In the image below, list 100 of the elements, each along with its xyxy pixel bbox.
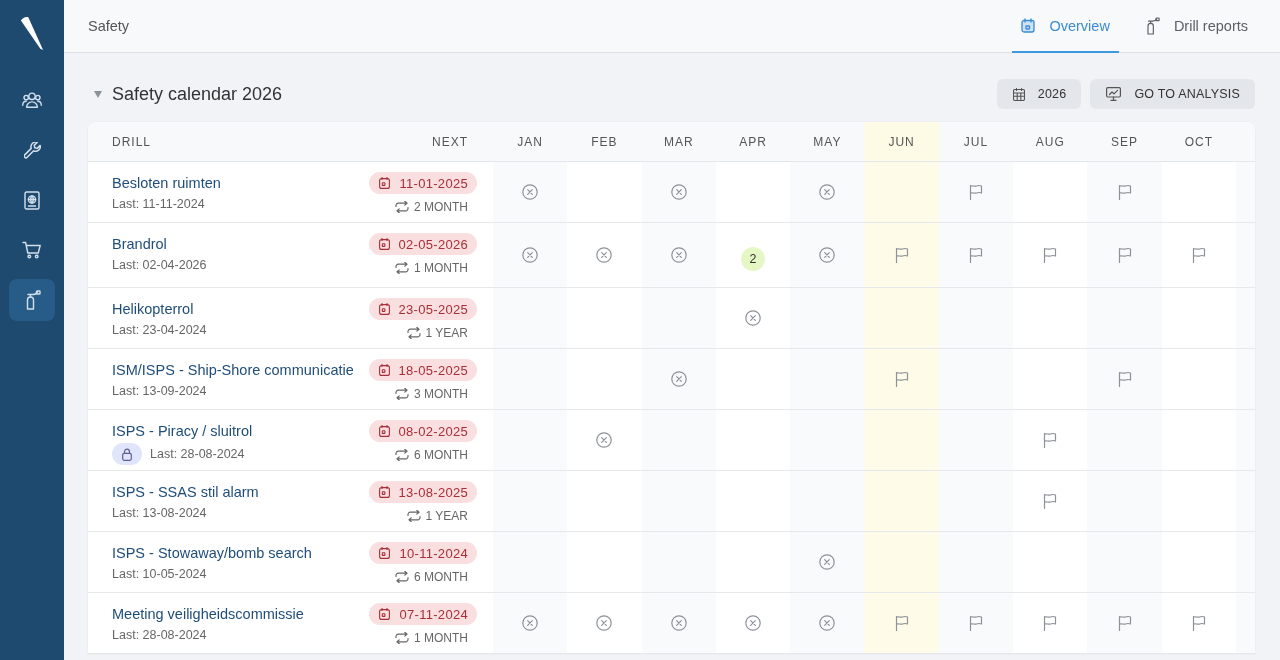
cart-icon [22,241,42,259]
cross-circle-icon [819,554,836,570]
next-date: 08-02-2025 [398,423,468,439]
cross-circle-icon [819,184,836,200]
column-header: AUG [1013,122,1088,162]
repeat-icon [395,262,409,274]
last-date: Last: 11-11-2024 [112,197,205,211]
people-icon [22,92,42,108]
flag-icon [968,615,983,631]
last-date: Last: 13-08-2024 [112,506,207,520]
flag-icon [894,615,909,631]
last-date: Last: 02-04-2026 [112,258,207,272]
repeat-icon [395,449,409,461]
tab[interactable]: Drill reports [1134,0,1257,53]
last-date: Last: 28-08-2024 [112,628,207,642]
last-date: Last: 13-09-2024 [112,384,207,398]
column-header: MAR [641,122,716,162]
wrench-icon [23,141,41,159]
cross-circle-icon [819,247,836,263]
cross-circle-icon [596,247,613,263]
interval: 3 MONTH [414,386,468,403]
drill-name-link[interactable]: Helikopterrol [112,299,207,319]
cross-circle-icon [670,184,687,200]
calendar-icon [1021,18,1036,33]
toolbar-button[interactable]: 2026 [996,79,1082,109]
calendar-icon [379,608,391,620]
next-date: 11-01-2025 [399,175,468,191]
flag-icon [1117,247,1132,263]
column-header: FEB [567,122,642,162]
flag-icon [1117,371,1132,387]
cross-circle-icon [670,371,687,387]
last-date: Last: 23-04-2024 [112,323,207,337]
column-header: SEP [1087,122,1162,162]
interval: 6 MONTH [414,447,468,464]
logo-icon [20,15,44,52]
drill-count: 2 [741,247,766,271]
drill-name-link[interactable]: Brandrol [112,234,207,254]
section-title: Safety calendar 2026 [112,83,283,105]
cross-circle-icon [745,615,762,631]
breadcrumb: Safety [88,18,130,34]
flag-icon [1043,247,1058,263]
calendar-icon [378,303,390,315]
interval: 1 YEAR [425,508,468,525]
flag-icon [1117,615,1132,631]
flag-icon [1043,615,1058,631]
repeat-icon [395,632,409,644]
column-header: JUL [938,122,1014,162]
cross-circle-icon [596,615,613,631]
repeat-icon [395,388,409,400]
calendar-icon [378,364,390,376]
calendar-icon [378,486,390,498]
passport-icon [24,190,40,210]
cross-circle-icon [819,615,836,631]
next-date: 02-05-2026 [398,236,468,252]
next-date: 13-08-2025 [398,484,468,500]
drill-name-link[interactable]: ISPS - Piracy / sluitrol [112,421,253,441]
calendar-icon [1012,87,1025,101]
next-date: 18-05-2025 [398,362,468,378]
cross-circle-icon [670,247,687,263]
calendar-icon [379,547,391,559]
calendar-icon [378,238,390,250]
nav-button[interactable] [9,279,55,321]
drill-name-link[interactable]: ISPS - SSAS stil alarm [112,482,259,502]
cross-circle-icon [522,184,539,200]
drill-name-link[interactable]: ISPS - Stowaway/bomb search [112,543,312,563]
cross-circle-icon [745,310,762,326]
drill-name-link[interactable]: Meeting veiligheidscommissie [112,604,304,624]
last-date: Last: 10-05-2024 [112,567,207,581]
repeat-icon [395,571,409,583]
calendar-icon [379,177,391,189]
interval: 1 YEAR [425,325,468,342]
column-header: NEXT [432,134,468,149]
next-date: 07-11-2024 [399,606,468,622]
repeat-icon [406,327,421,339]
column-header: DRILL [112,134,151,149]
repeat-icon [395,201,409,213]
column-header: JUN [864,122,939,162]
interval: 6 MONTH [414,569,468,586]
flag-icon [1043,493,1058,509]
flag-icon [894,371,909,387]
column-header: MAY [790,122,865,162]
flag-icon [968,184,983,200]
flag-icon [1117,184,1132,200]
toolbar-button[interactable]: GO TO ANALYSIS [1090,79,1255,109]
column-header: APR [715,122,791,162]
last-date: Last: 28-08-2024 [150,447,245,461]
repeat-icon [406,510,421,522]
tab[interactable]: Overview [1012,0,1119,53]
flag-icon [894,247,909,263]
cross-circle-icon [670,615,687,631]
caret-icon[interactable] [94,90,102,98]
interval: 1 MONTH [414,260,468,277]
flag-icon [1191,615,1206,631]
column-header: JAN [493,122,568,162]
flag-icon [968,247,983,263]
drill-name-link[interactable]: ISM/ISPS - Ship-Shore communicatie [112,360,354,380]
next-date: 23-05-2025 [398,301,468,317]
cross-circle-icon [596,432,613,448]
drill-name-link[interactable]: Besloten ruimten [112,173,221,193]
flag-icon [1043,432,1058,448]
